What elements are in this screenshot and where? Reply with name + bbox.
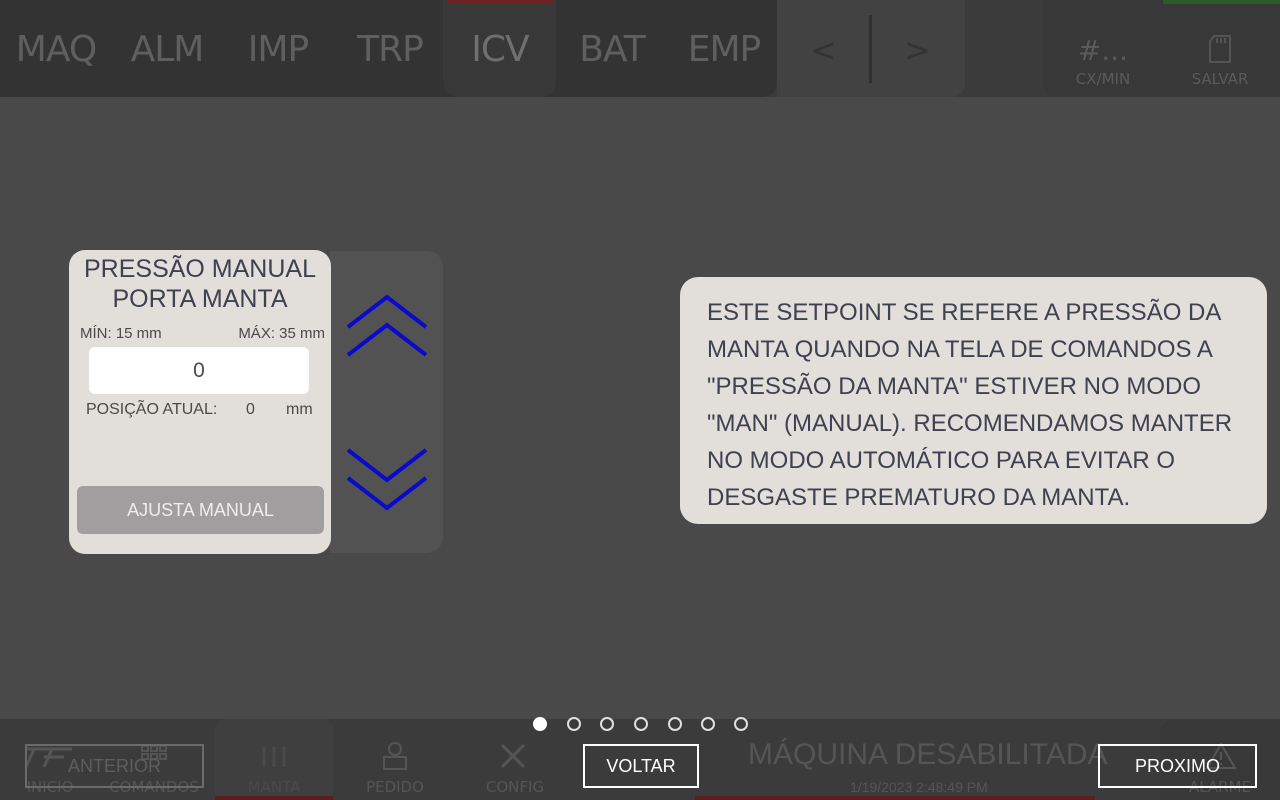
tab-icv[interactable]: ICV: [458, 30, 542, 70]
page-dot-1[interactable]: [533, 717, 547, 731]
speed-unit: CX/MIN: [1075, 70, 1131, 88]
chevron-down-icon[interactable]: [345, 446, 429, 516]
tab-bat[interactable]: BAT: [572, 30, 652, 70]
panel-title-line1: PRESSÃO MANUAL: [83, 255, 316, 283]
save-indicator: [1163, 0, 1280, 4]
datetime: 1/19/2023 2:48:49 PM: [850, 779, 988, 795]
position-value: 0: [246, 401, 255, 418]
nav-manta[interactable]: MANTA: [215, 778, 333, 796]
arrows-divider: [869, 15, 872, 83]
min-label: MÍN: 15 mm: [80, 325, 162, 342]
page-dot-6[interactable]: [701, 717, 715, 731]
tab-emp[interactable]: EMP: [680, 30, 768, 70]
info-tooltip: ESTE SETPOINT SE REFERE A PRESSÃO DA MAN…: [680, 277, 1267, 524]
nav-manta-indicator: [215, 796, 333, 800]
tab-trp[interactable]: TRP: [350, 30, 430, 70]
prev-page-button[interactable]: <: [810, 30, 837, 70]
tab-imp[interactable]: IMP: [236, 30, 320, 70]
manual-pressure-panel: PRESSÃO MANUAL PORTA MANTA MÍN: 15 mm MÁ…: [69, 250, 331, 554]
save-button[interactable]: SALVAR: [1180, 70, 1260, 88]
page-dot-3[interactable]: [600, 717, 614, 731]
tour-next-button[interactable]: PROXIMO: [1098, 744, 1257, 788]
panel-title-line2: PORTA MANTA: [112, 285, 288, 313]
tools-icon: [498, 741, 528, 775]
pedido-icon: [380, 741, 410, 775]
tab-alm[interactable]: ALM: [122, 30, 212, 70]
manta-icon: [260, 745, 288, 773]
machine-status: MÁQUINA DESABILITADA: [748, 738, 1108, 771]
page-dot-7[interactable]: [734, 717, 748, 731]
max-label: MÁX: 35 mm: [238, 325, 325, 342]
position-label: POSIÇÃO ATUAL:: [86, 401, 218, 418]
tab-icv-indicator: [447, 0, 554, 4]
nav-config[interactable]: CONFIG: [475, 778, 555, 796]
tour-back-button[interactable]: VOLTAR: [583, 744, 699, 788]
tab-maq[interactable]: MAQ: [12, 30, 100, 70]
top-bar: MAQ ALM IMP TRP ICV BAT EMP < > #... CX/…: [0, 0, 1280, 97]
tour-prev-button[interactable]: ANTERIOR: [25, 744, 204, 788]
page-dot-4[interactable]: [634, 717, 648, 731]
page-dot-2[interactable]: [567, 717, 581, 731]
next-page-button[interactable]: >: [904, 30, 931, 70]
chevron-up-icon[interactable]: [345, 293, 429, 363]
panel-title: PRESSÃO MANUAL PORTA MANTA: [69, 254, 331, 314]
status-indicator: [695, 796, 1095, 800]
speed-counter: #...: [1077, 34, 1129, 67]
adjust-manual-button[interactable]: AJUSTA MANUAL: [77, 486, 324, 534]
sd-card-icon[interactable]: [1208, 34, 1232, 68]
page-dot-5[interactable]: [668, 717, 682, 731]
pressure-value-input[interactable]: [89, 347, 309, 394]
position-unit: mm: [286, 401, 313, 418]
nav-pedido[interactable]: PEDIDO: [355, 778, 435, 796]
